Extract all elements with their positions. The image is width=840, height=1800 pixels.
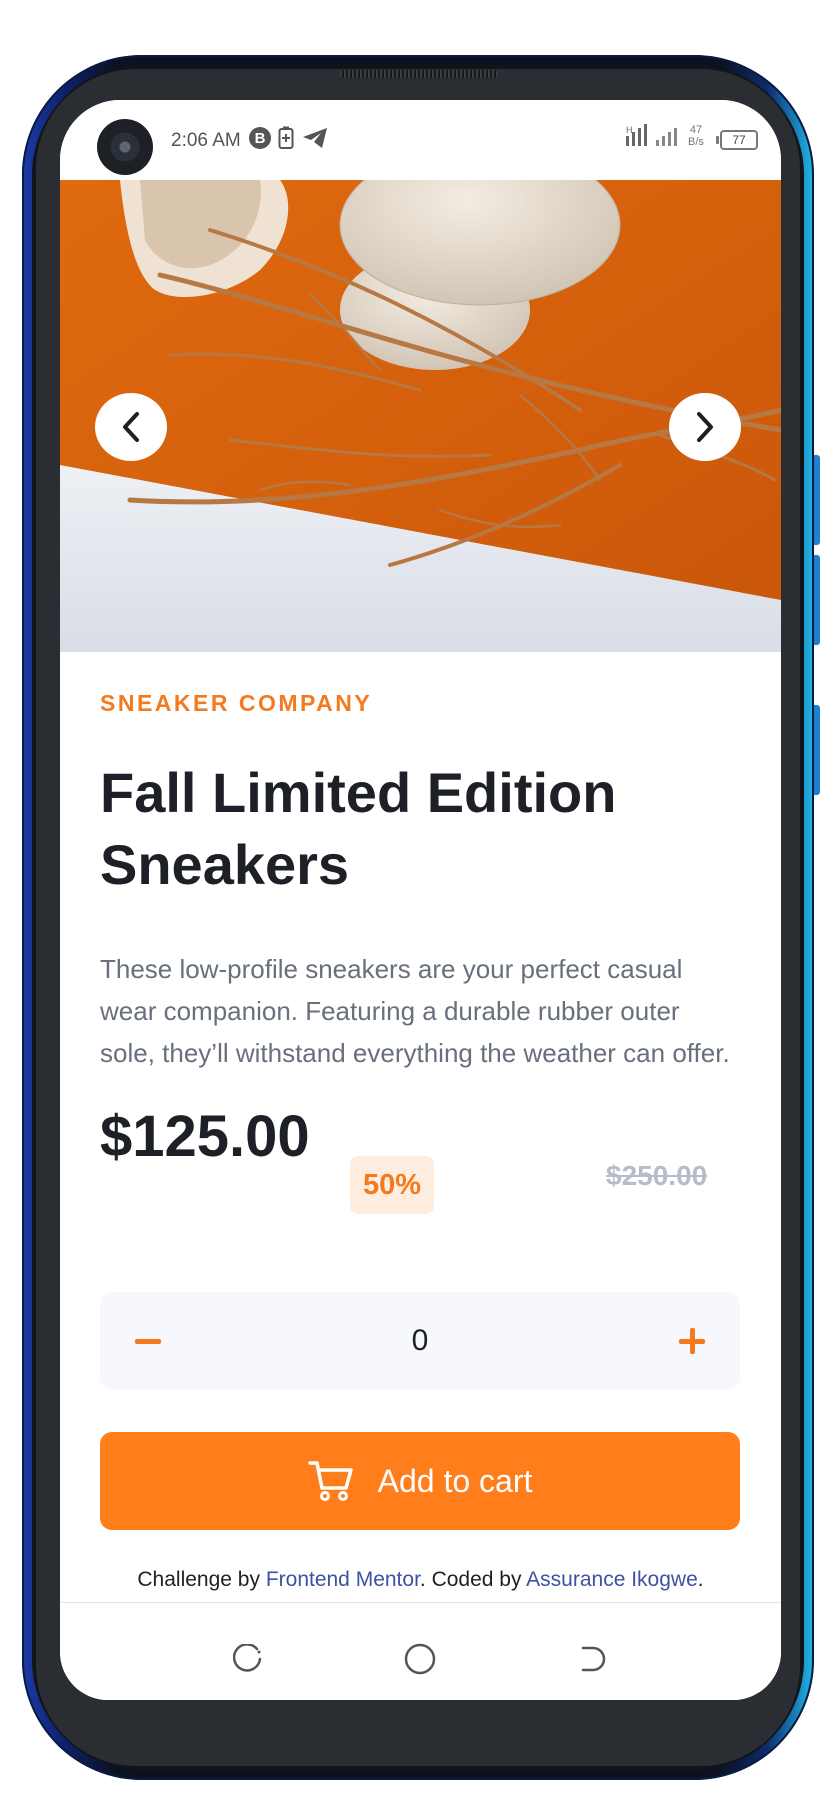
- decrease-quantity-button[interactable]: [100, 1292, 196, 1390]
- carousel-next-button[interactable]: [669, 393, 741, 461]
- back-button[interactable]: [574, 1641, 610, 1677]
- recent-apps-icon: [233, 1644, 262, 1672]
- discount-badge: 50%: [350, 1156, 434, 1214]
- author-link[interactable]: Assurance Ikogwe: [526, 1568, 698, 1591]
- home-icon: [404, 1643, 436, 1675]
- brand-name: SNEAKER COMPANY: [100, 690, 373, 716]
- svg-text:H: H: [626, 125, 632, 135]
- minus-icon: [135, 1338, 161, 1344]
- increase-quantity-button[interactable]: [644, 1292, 740, 1390]
- earpiece-speaker: [340, 70, 498, 78]
- quantity-stepper: 0: [100, 1292, 740, 1390]
- telegram-icon: [302, 127, 328, 154]
- product-description: These low-profile sneakers are your perf…: [100, 954, 730, 1068]
- front-camera: [97, 119, 153, 175]
- navigation-bar: [60, 1602, 781, 1700]
- product-image[interactable]: [60, 180, 781, 652]
- phone-screen: 2:06 AM B H 47 B/s 77 SNEAKER COMPANY Fa…: [60, 100, 781, 1700]
- add-to-cart-button[interactable]: Add to cart: [100, 1432, 740, 1530]
- chevron-right-icon: [697, 412, 713, 442]
- battery-indicator: 77: [716, 130, 758, 150]
- signal-icon: H: [626, 124, 686, 154]
- carousel-prev-button[interactable]: [95, 393, 167, 461]
- battery-saver-icon: [278, 126, 294, 155]
- original-price: $250.00: [606, 1160, 708, 1191]
- quantity-value: 0: [411, 1324, 429, 1357]
- home-button[interactable]: [402, 1641, 438, 1677]
- cart-icon: [307, 1461, 353, 1501]
- svg-text:B: B: [255, 130, 266, 147]
- current-price: $125.00: [100, 1104, 310, 1169]
- chevron-left-icon: [123, 412, 139, 442]
- attribution: Challenge by Frontend Mentor. Coded by A…: [137, 1568, 704, 1591]
- product-title: Fall Limited Edition Sneakers: [100, 761, 617, 896]
- b-badge-icon: B: [248, 126, 272, 155]
- status-bar: 2:06 AM B H 47 B/s 77: [60, 100, 781, 180]
- plus-icon: [679, 1328, 705, 1354]
- status-time: 2:06 AM: [171, 130, 241, 151]
- net-speed: 47 B/s: [688, 124, 704, 148]
- back-icon: [581, 1646, 606, 1672]
- frontend-mentor-link[interactable]: Frontend Mentor: [266, 1568, 420, 1591]
- recent-apps-button[interactable]: [230, 1641, 266, 1677]
- add-to-cart-label: Add to cart: [377, 1462, 533, 1499]
